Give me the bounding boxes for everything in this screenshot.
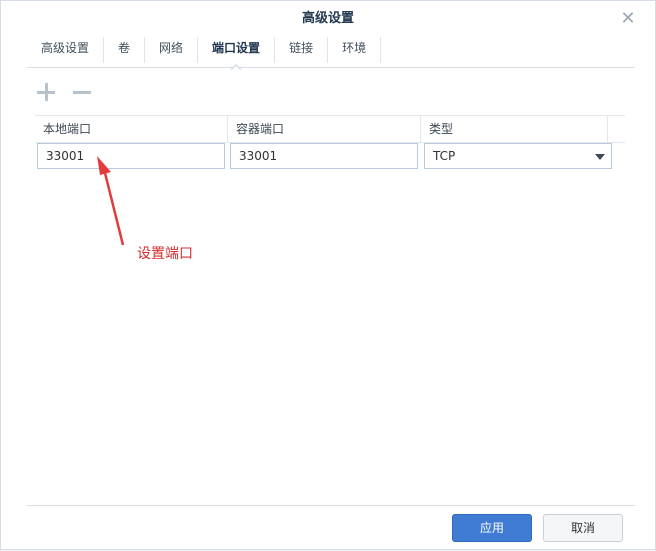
minus-icon[interactable] (71, 81, 93, 103)
protocol-type-select[interactable]: TCP (424, 143, 612, 169)
dialog-title: 高级设置 (301, 11, 354, 26)
close-icon[interactable]: ✕ (619, 10, 637, 28)
tab-bar: 高级设置 卷 网络 端口设置 链接 环境 (27, 35, 635, 71)
tab-advanced-settings[interactable]: 高级设置 (27, 37, 105, 63)
column-header-local-port[interactable]: 本地端口 (35, 116, 228, 142)
chevron-down-icon (595, 154, 605, 160)
table-toolbar (35, 81, 93, 103)
footer-divider (27, 505, 635, 506)
annotation-label: 设置端口 (137, 246, 193, 262)
tab-environment[interactable]: 环境 (328, 37, 382, 63)
apply-button[interactable]: 应用 (452, 514, 532, 542)
column-header-container-port[interactable]: 容器端口 (228, 116, 421, 142)
tab-network[interactable]: 网络 (145, 37, 199, 63)
tab-links[interactable]: 链接 (275, 37, 329, 63)
annotation-arrow-shaft (103, 172, 125, 246)
cancel-button[interactable]: 取消 (543, 514, 623, 542)
table-row: 33001 33001 TCP (35, 143, 625, 169)
local-port-input[interactable]: 33001 (37, 143, 225, 169)
annotation-arrow (97, 156, 125, 246)
tab-volume[interactable]: 卷 (104, 37, 146, 63)
container-port-input[interactable]: 33001 (230, 143, 418, 169)
advanced-settings-dialog: 高级设置 ✕ 高级设置 卷 网络 端口设置 链接 环境 本地端口 容器端口 类型… (0, 0, 656, 550)
column-header-type[interactable]: 类型 (421, 116, 608, 142)
column-header-filler (608, 116, 625, 142)
plus-icon[interactable] (35, 81, 57, 103)
tab-port-settings[interactable]: 端口设置 (198, 37, 276, 71)
protocol-type-value: TCP (433, 149, 456, 163)
table-header: 本地端口 容器端口 类型 (35, 115, 625, 143)
